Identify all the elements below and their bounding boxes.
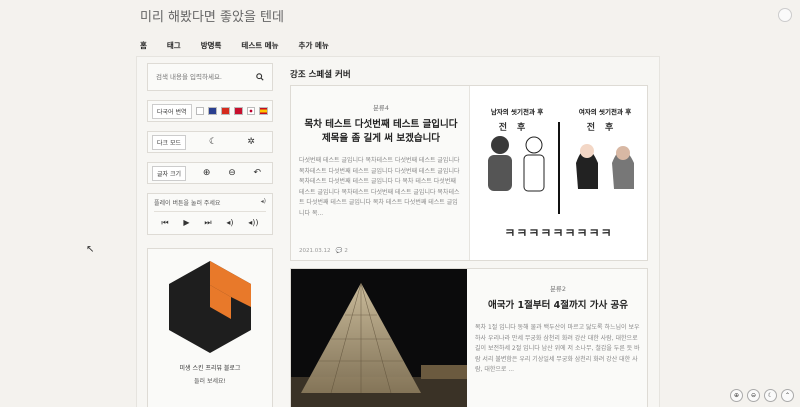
nav-guestbook[interactable]: 방명록 <box>201 40 222 51</box>
sun-icon[interactable]: ✲ <box>240 137 262 147</box>
nav-home[interactable]: 홈 <box>140 40 147 51</box>
volume-small-icon[interactable]: ◂) <box>261 198 266 207</box>
skin-subcaption: 들러 보세요! <box>194 378 226 385</box>
blog-title[interactable]: 미리 해봤다면 좋았을 텐데 <box>140 6 284 25</box>
comment-icon: 💬 <box>335 248 343 254</box>
comic-after-label-left: 후 <box>517 123 536 133</box>
post-category[interactable]: 분류2 <box>475 283 641 293</box>
top-corner-button[interactable] <box>778 8 792 22</box>
comic-right-title: 여자의 씻기전과 후 <box>578 108 632 116</box>
sidebar: 다국어 번역 다크 모드 ☾ ✲ 글자 크기 ⊕ ⊖ ↶ 플레이 버튼을 눌러 … <box>147 63 273 407</box>
floating-controls: ⊕ ⊖ ☾ ⌃ <box>730 389 794 402</box>
search-input[interactable] <box>156 73 251 81</box>
nav-extra-menu[interactable]: 추가 메뉴 <box>299 40 329 51</box>
louvre-pyramid-image <box>291 269 467 407</box>
flag-japan-icon[interactable] <box>246 107 256 115</box>
post-headline[interactable]: 애국가 1절부터 4절까지 가사 공유 <box>475 299 641 313</box>
font-size-label: 글자 크기 <box>152 165 186 181</box>
volume-down-icon[interactable]: ◂) <box>226 218 233 228</box>
translate-box: 다국어 번역 <box>147 100 273 122</box>
next-icon[interactable]: ⏭ <box>204 218 211 228</box>
comic-before-label-right: 전 <box>586 123 605 133</box>
nav-tag[interactable]: 태그 <box>167 40 181 51</box>
reset-icon[interactable]: ↶ <box>247 168 268 178</box>
zoom-in-icon[interactable]: ⊕ <box>730 389 743 402</box>
comic-after-label-right: 후 <box>605 123 624 133</box>
post-thumbnail-comic[interactable]: 남자의 씻기전과 후 전후 여자의 씻기전과 후 전후 ㅋㅋㅋㅋㅋㅋㅋㅋㅋ <box>469 86 647 260</box>
dark-mode-box: 다크 모드 ☾ ✲ <box>147 131 273 153</box>
scroll-top-icon[interactable]: ⌃ <box>781 389 794 402</box>
post-excerpt: 목차 1절 입니다 동해 물과 백두산이 마르고 닳도록 하느님이 보우하사 우… <box>475 324 640 373</box>
translate-label: 다국어 번역 <box>152 103 192 119</box>
skin-preview-box[interactable]: 미생 스킨 프리뷰 블로그 들러 보세요! <box>147 248 273 407</box>
dark-mode-label: 다크 모드 <box>152 134 186 150</box>
moon-icon[interactable]: ☾ <box>202 137 224 147</box>
post-card[interactable]: 분류4 목차 테스트 다섯번째 테스트 글입니다 제목을 좀 길게 써 보겠습니… <box>290 85 648 261</box>
volume-up-icon[interactable]: ◂)) <box>248 218 258 228</box>
search-box <box>147 63 273 91</box>
font-size-box: 글자 크기 ⊕ ⊖ ↶ <box>147 162 273 184</box>
section-title: 강조 스페셜 커버 <box>290 70 351 80</box>
main-nav: 홈 태그 방명록 테스트 메뉴 추가 메뉴 <box>140 40 329 51</box>
zoom-out-icon[interactable]: ⊖ <box>221 168 242 178</box>
moon-icon[interactable]: ☾ <box>764 389 777 402</box>
post-headline[interactable]: 목차 테스트 다섯번째 테스트 글입니다 제목을 좀 길게 써 보겠습니다 <box>299 118 463 146</box>
skin-caption: 미생 스킨 프리뷰 블로그 <box>179 365 241 372</box>
nav-test-menu[interactable]: 테스트 메뉴 <box>241 40 278 51</box>
blog-logo <box>169 261 251 353</box>
comic-before-label-left: 전 <box>498 123 517 133</box>
previous-icon[interactable]: ⏮ <box>161 218 168 228</box>
post-card[interactable]: 분류2 애국가 1절부터 4절까지 가사 공유 목차 1절 입니다 동해 물과 … <box>290 268 648 407</box>
zoom-out-icon[interactable]: ⊖ <box>747 389 760 402</box>
search-icon[interactable] <box>256 73 264 81</box>
post-date: 2021.03.12 <box>299 248 331 254</box>
woman-before-after-figure <box>576 144 634 189</box>
comic-left-title: 남자의 씻기전과 후 <box>490 108 544 116</box>
post-category[interactable]: 분류4 <box>299 102 463 112</box>
flag-uk-icon[interactable] <box>208 107 218 115</box>
man-before-after-figure <box>488 136 545 192</box>
comic-caption: ㅋㅋㅋㅋㅋㅋㅋㅋㅋ <box>504 226 613 240</box>
zoom-in-icon[interactable]: ⊕ <box>196 168 217 178</box>
flag-china-icon[interactable] <box>221 107 230 115</box>
flag-korea-icon[interactable] <box>195 107 205 115</box>
music-player: 플레이 버튼을 눌러 주세요 ◂) ⏮ ▶ ⏭ ◂) ◂)) <box>147 193 273 235</box>
play-icon[interactable]: ▶ <box>183 218 189 228</box>
post-excerpt: 다섯번째 테스트 글입니다 목차테스트 다섯번째 테스트 글입니다 목차테스트 … <box>299 157 460 217</box>
comment-count: 2 <box>344 248 348 254</box>
flag-taiwan-icon[interactable] <box>233 107 243 115</box>
post-meta: 2021.03.12 💬 2 <box>299 248 348 254</box>
mouse-cursor-icon: ↖ <box>86 244 95 255</box>
post-thumbnail-louvre[interactable] <box>291 269 467 407</box>
flag-spain-icon[interactable] <box>259 107 269 115</box>
player-label: 플레이 버튼을 눌러 주세요 <box>154 200 221 207</box>
